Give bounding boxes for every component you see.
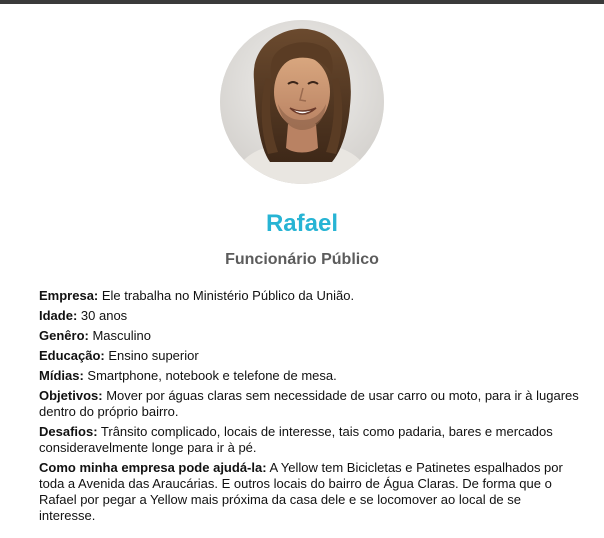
detail-value: Ensino superior — [104, 348, 199, 363]
detail-genero: Genêro: Masculino — [39, 328, 579, 344]
detail-value: Masculino — [88, 328, 151, 343]
detail-value: Smartphone, notebook e telefone de mesa. — [83, 368, 337, 383]
detail-value: Trânsito complicado, locais de interesse… — [39, 424, 553, 455]
person-role: Funcionário Público — [225, 251, 379, 268]
detail-label: Objetivos: — [39, 388, 103, 403]
details-list: Empresa: Ele trabalha no Ministério Públ… — [39, 288, 579, 528]
person-name: Rafael — [265, 210, 339, 237]
detail-label: Idade: — [39, 308, 78, 323]
detail-label: Genêro: — [39, 328, 89, 343]
detail-label: Educação: — [39, 348, 105, 363]
top-bar — [0, 0, 604, 4]
detail-midias: Mídias: Smartphone, notebook e telefone … — [39, 368, 579, 384]
detail-label: Como minha empresa pode ajudá-la: — [39, 460, 267, 475]
detail-objetivos: Objetivos: Mover por águas claras sem ne… — [39, 388, 579, 420]
detail-label: Empresa: — [39, 288, 99, 303]
detail-label: Mídias: — [39, 368, 84, 383]
detail-desafios: Desafios: Trânsito complicado, locais de… — [39, 424, 579, 456]
avatar — [220, 20, 384, 184]
detail-value: Mover por águas claras sem necessidade d… — [39, 388, 579, 419]
person-photo-icon — [220, 20, 384, 184]
detail-value: Ele trabalha no Ministério Público da Un… — [98, 288, 355, 303]
detail-ajuda: Como minha empresa pode ajudá-la: A Yell… — [39, 460, 579, 524]
detail-empresa: Empresa: Ele trabalha no Ministério Públ… — [39, 288, 579, 304]
detail-value: 30 anos — [77, 308, 128, 323]
detail-label: Desafios: — [39, 424, 98, 439]
detail-idade: Idade: 30 anos — [39, 308, 579, 324]
detail-educacao: Educação: Ensino superior — [39, 348, 579, 364]
